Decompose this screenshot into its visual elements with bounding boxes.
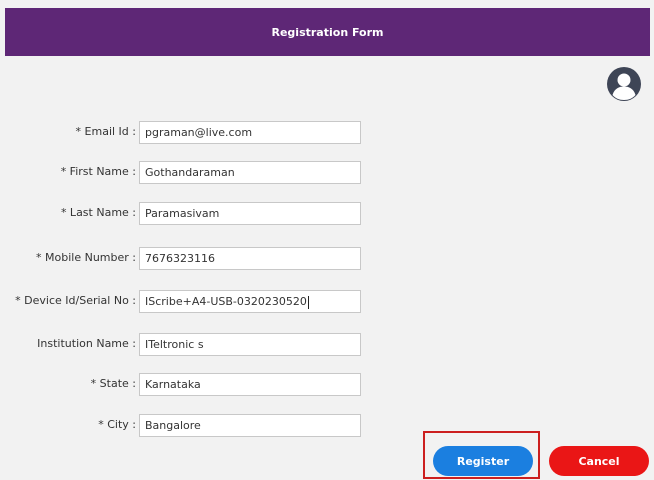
first-name-label: * First Name : <box>60 165 136 178</box>
city-field[interactable]: Bangalore <box>139 414 361 437</box>
mobile-label: * Mobile Number : <box>36 251 136 264</box>
state-row: * State : <box>0 371 136 397</box>
title-bar: Registration Form <box>5 8 650 56</box>
city-value: Bangalore <box>145 419 201 432</box>
device-id-field[interactable]: IScribe+A4-USB-0320230520 <box>139 290 361 313</box>
state-value: Karnataka <box>145 378 201 391</box>
last-name-label: * Last Name : <box>60 206 136 219</box>
email-row: * Email Id : <box>0 119 136 145</box>
first-name-field[interactable]: Gothandaraman <box>139 161 361 184</box>
state-label: * State : <box>90 377 136 390</box>
institution-name-field[interactable]: ITeltronic s <box>139 333 361 356</box>
city-label: * City : <box>98 418 136 431</box>
email-label: * Email Id : <box>75 125 136 138</box>
last-name-field[interactable]: Paramasivam <box>139 202 361 225</box>
institution-label: Institution Name : <box>37 337 136 350</box>
city-row: * City : <box>0 412 136 438</box>
text-caret <box>307 295 309 309</box>
device-id-label: * Device Id/Serial No : <box>15 294 136 307</box>
registration-window: Registration Form * Email Id : pgraman@l… <box>0 0 654 480</box>
institution-row: Institution Name : <box>0 331 136 357</box>
window-title: Registration Form <box>271 25 384 39</box>
email-field[interactable]: pgraman@live.com <box>139 121 361 144</box>
email-value: pgraman@live.com <box>145 126 253 139</box>
last-name-value: Paramasivam <box>145 207 220 220</box>
user-avatar-icon[interactable] <box>606 66 642 102</box>
mobile-number-field[interactable]: 7676323116 <box>139 247 361 270</box>
institution-value: ITeltronic s <box>145 338 204 351</box>
device-id-row: * Device Id/Serial No : <box>0 288 136 314</box>
mobile-row: * Mobile Number : <box>0 245 136 271</box>
first-name-row: * First Name : <box>0 159 136 185</box>
cancel-button[interactable]: Cancel <box>549 446 649 476</box>
last-name-row: * Last Name : <box>0 200 136 226</box>
mobile-value: 7676323116 <box>145 252 215 265</box>
device-id-value: IScribe+A4-USB-0320230520 <box>145 295 307 308</box>
state-field[interactable]: Karnataka <box>139 373 361 396</box>
first-name-value: Gothandaraman <box>145 166 235 179</box>
register-button[interactable]: Register <box>433 446 533 476</box>
